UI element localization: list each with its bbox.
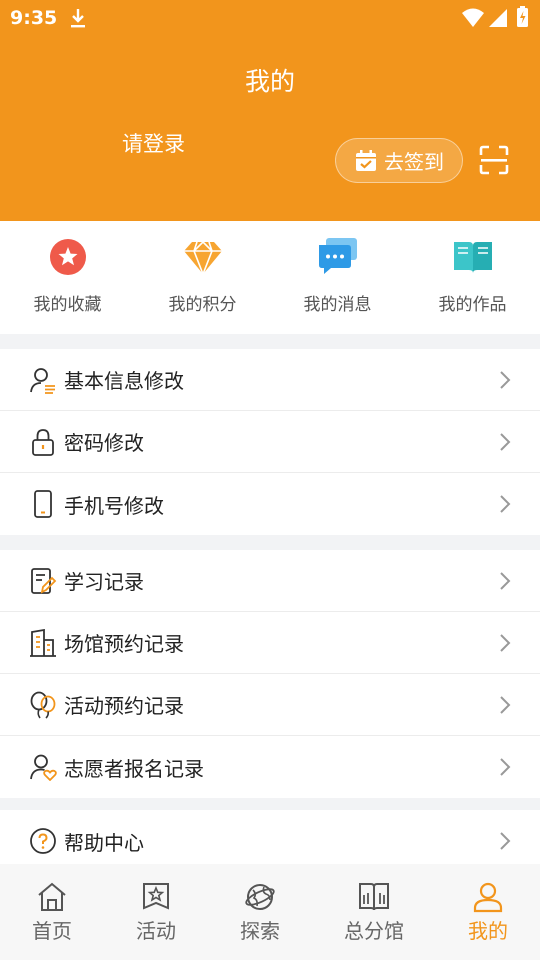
tab-label: 活动 (136, 919, 176, 943)
chevron-right-icon (500, 634, 511, 652)
menu-activity-booking[interactable]: 活动预约记录 (0, 674, 540, 736)
account-menu: 基本信息修改 密码修改 手机号修改 (0, 349, 540, 535)
menu-phone[interactable]: 手机号修改 (0, 473, 540, 535)
book-icon (453, 242, 492, 273)
quick-actions: 我的收藏 我的积分 我的消息 我的作品 (0, 221, 540, 334)
tab-libraries[interactable]: 总分馆 (312, 864, 436, 960)
user-edit-icon (30, 367, 55, 394)
menu-password[interactable]: 密码修改 (0, 411, 540, 473)
signal-icon (489, 9, 507, 27)
menu-study-record[interactable]: 学习记录 (0, 550, 540, 612)
menu-volunteer-record[interactable]: 志愿者报名记录 (0, 736, 540, 798)
scan-icon[interactable] (479, 145, 509, 175)
chevron-right-icon (500, 572, 511, 590)
quick-favorites[interactable]: 我的收藏 (0, 221, 135, 334)
menu-label: 场馆预约记录 (64, 632, 184, 656)
home-icon (38, 882, 66, 911)
quick-works[interactable]: 我的作品 (405, 221, 540, 334)
help-circle-icon (30, 828, 56, 854)
menu-label: 帮助中心 (64, 830, 144, 855)
quick-label: 我的消息 (303, 295, 372, 315)
tab-label: 探索 (240, 919, 280, 943)
chevron-right-icon (500, 758, 511, 776)
record-menu: 学习记录 场馆预约记录 活动预约记录 志愿者报名记录 (0, 550, 540, 798)
help-menu: 帮助中心 (0, 810, 540, 872)
person-icon (473, 882, 503, 913)
lock-icon (32, 428, 54, 456)
library-icon (359, 883, 389, 911)
balloon-icon (30, 691, 56, 719)
notebook-pen-icon (31, 567, 57, 594)
wifi-icon (462, 8, 484, 27)
quick-points[interactable]: 我的积分 (135, 221, 270, 334)
page-title: 我的 (244, 67, 295, 96)
tab-activity[interactable]: 活动 (104, 864, 208, 960)
battery-icon (517, 6, 528, 27)
menu-venue-booking[interactable]: 场馆预约记录 (0, 612, 540, 674)
message-icon (318, 238, 357, 274)
tab-label: 我的 (468, 919, 508, 943)
tab-explore[interactable]: 探索 (208, 864, 312, 960)
menu-label: 基本信息修改 (64, 369, 184, 393)
menu-basic-info[interactable]: 基本信息修改 (0, 349, 540, 411)
tab-home[interactable]: 首页 (0, 864, 104, 960)
quick-messages[interactable]: 我的消息 (270, 221, 405, 334)
chevron-right-icon (500, 371, 511, 389)
quick-label: 我的作品 (438, 295, 507, 315)
tab-label: 首页 (32, 919, 72, 943)
globe-icon (245, 884, 275, 910)
menu-label: 学习记录 (64, 570, 144, 594)
diamond-icon (183, 240, 222, 277)
checkin-label: 去签到 (384, 150, 444, 174)
building-icon (30, 628, 56, 657)
profile-header: 9:35 我的 请登录 去签到 (0, 0, 540, 221)
checkin-button[interactable]: 去签到 (335, 138, 463, 183)
quick-label: 我的收藏 (33, 295, 102, 315)
menu-label: 活动预约记录 (64, 694, 184, 718)
bottom-tab-bar: 首页 活动 探索 总分馆 我的 (0, 864, 540, 960)
star-badge-icon (49, 239, 86, 275)
login-link[interactable]: 请登录 (122, 128, 185, 158)
tab-mine[interactable]: 我的 (436, 864, 540, 960)
menu-label: 密码修改 (64, 431, 144, 455)
status-bar: 9:35 (0, 0, 540, 36)
chevron-right-icon (500, 832, 511, 850)
calendar-check-icon (356, 149, 376, 171)
download-icon (71, 9, 85, 28)
tab-label: 总分馆 (344, 919, 404, 943)
menu-label: 手机号修改 (64, 493, 164, 518)
menu-help-center[interactable]: 帮助中心 (0, 810, 540, 872)
chevron-right-icon (500, 433, 511, 451)
status-time: 9:35 (10, 7, 58, 29)
phone-icon (34, 490, 52, 518)
chevron-right-icon (500, 495, 511, 513)
activity-icon (143, 883, 169, 910)
quick-label: 我的积分 (168, 295, 237, 315)
volunteer-heart-icon (30, 754, 57, 781)
chevron-right-icon (500, 696, 511, 714)
menu-label: 志愿者报名记录 (64, 756, 204, 781)
